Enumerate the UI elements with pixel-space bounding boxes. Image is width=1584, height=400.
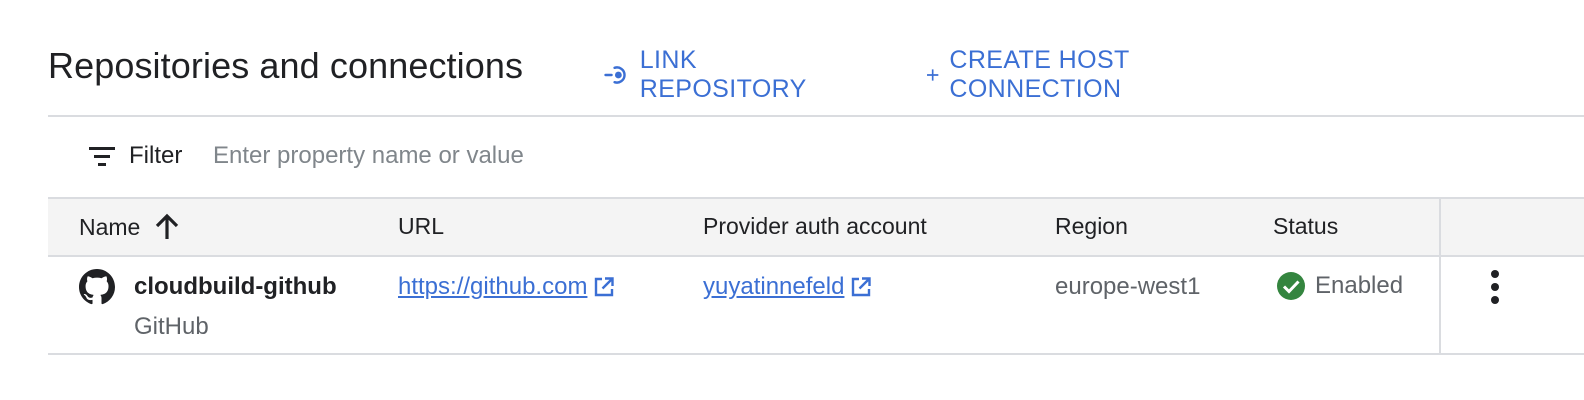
page-header: Repositories and connections [48, 30, 523, 102]
table-row: cloudbuild-github GitHub https://github.… [48, 257, 1584, 355]
column-header-name[interactable]: Name [79, 213, 180, 241]
repository-name: cloudbuild-github [134, 273, 337, 300]
header-divider [48, 115, 1584, 117]
create-host-connection-button[interactable]: CREATE HOST CONNECTION [926, 46, 1134, 104]
more-vert-icon[interactable] [1480, 269, 1510, 309]
link-connect-icon [604, 66, 626, 84]
external-link-icon [852, 277, 872, 297]
column-header-name-label: Name [79, 213, 141, 240]
column-header-provider-auth-account[interactable]: Provider auth account [703, 213, 927, 240]
github-icon [79, 269, 115, 305]
check-circle-icon [1277, 272, 1305, 300]
repositories-page: Repositories and connections LINK REPOSI… [0, 0, 1584, 400]
filter-label: Filter [129, 142, 183, 169]
actions-column-divider-row [1439, 257, 1441, 353]
arrow-up-icon[interactable] [154, 213, 180, 241]
external-link-icon [595, 277, 615, 297]
column-header-region[interactable]: Region [1055, 213, 1128, 240]
provider-auth-account-link[interactable]: yuyatinnefeld [703, 273, 872, 301]
create-host-connection-label: CREATE HOST CONNECTION [949, 46, 1130, 103]
repositories-table: Name URL Provider auth account Region St… [48, 197, 1584, 355]
filter-bar: Filter [48, 118, 1584, 196]
column-header-provider-auth-account-label: Provider auth account [703, 213, 927, 239]
link-repository-label: LINK REPOSITORY [639, 46, 807, 103]
table-header: Name URL Provider auth account Region St… [48, 197, 1584, 257]
link-repository-button[interactable]: LINK REPOSITORY [604, 46, 815, 104]
actions-column-divider [1439, 199, 1441, 255]
status-badge: Enabled [1276, 271, 1403, 301]
repository-url-link[interactable]: https://github.com [398, 273, 615, 301]
plus-icon [927, 69, 939, 81]
repository-region: europe-west1 [1055, 273, 1201, 300]
filter-input[interactable] [213, 134, 813, 178]
column-header-url[interactable]: URL [398, 213, 444, 240]
column-header-status-label: Status [1273, 213, 1339, 239]
column-header-status[interactable]: Status [1273, 213, 1338, 240]
column-header-url-label: URL [398, 213, 445, 239]
column-header-region-label: Region [1055, 213, 1128, 239]
repository-provider: GitHub [134, 313, 209, 340]
repository-url-text: https://github.com [398, 273, 588, 300]
page-title: Repositories and connections [48, 45, 524, 86]
provider-auth-account-text: yuyatinnefeld [703, 273, 845, 300]
status-text: Enabled [1315, 272, 1404, 299]
filter-icon[interactable] [88, 145, 116, 169]
